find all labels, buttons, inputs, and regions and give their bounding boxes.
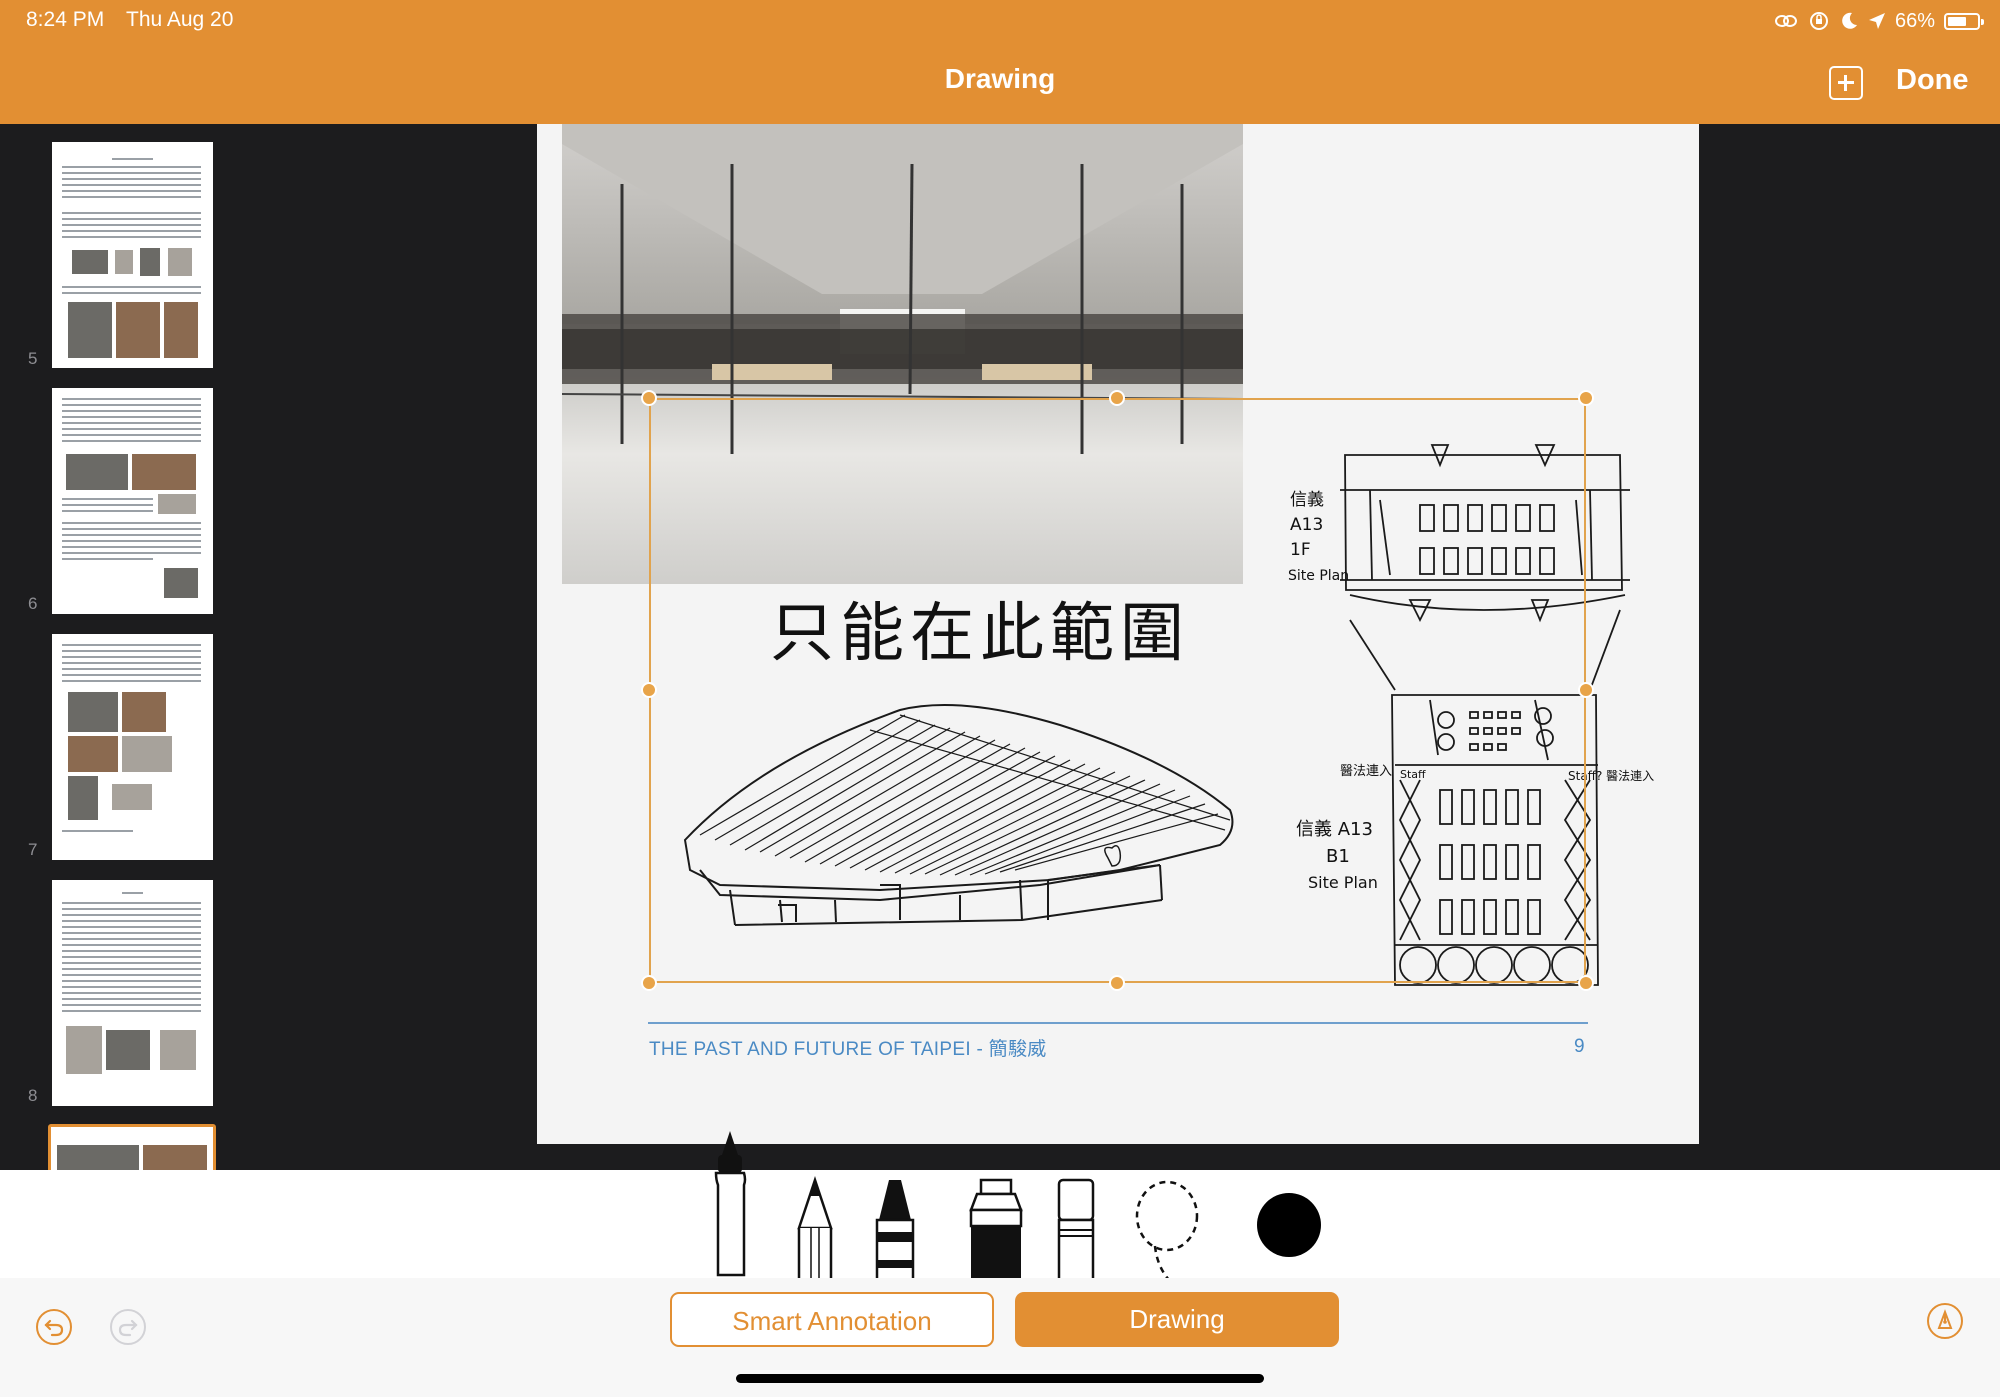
page-footer-text: THE PAST AND FUTURE OF TAIPEI - 簡駿威 (649, 1039, 1047, 1060)
resize-handle-middle-left[interactable] (641, 682, 657, 698)
crayon-tool-icon[interactable] (875, 1180, 915, 1280)
lasso-tool-icon[interactable] (1135, 1180, 1199, 1280)
pencil-tool-icon[interactable] (797, 1176, 833, 1280)
resize-handle-top-center[interactable] (1109, 390, 1125, 406)
resize-handle-top-left[interactable] (641, 390, 657, 406)
smart-annotation-button[interactable]: Smart Annotation (670, 1292, 994, 1347)
page-footer-number: 9 (1574, 1036, 1585, 1057)
redo-icon (118, 1319, 138, 1337)
paint-tube-tool-icon[interactable] (969, 1178, 1023, 1280)
drawing-mode-button[interactable]: Drawing (1015, 1292, 1339, 1347)
tool-palette-icons (714, 1131, 1199, 1280)
resize-handle-bottom-center[interactable] (1109, 975, 1125, 991)
footer-rule (648, 1022, 1588, 1024)
undo-icon (44, 1319, 64, 1337)
undo-button[interactable] (36, 1309, 72, 1345)
resize-handle-bottom-right[interactable] (1578, 975, 1594, 991)
redo-button[interactable] (110, 1309, 146, 1345)
markup-pen-button[interactable] (1927, 1303, 1963, 1339)
resize-handle-top-right[interactable] (1578, 390, 1594, 406)
pen-tip-icon (1937, 1309, 1953, 1329)
color-picker-swatch[interactable] (1257, 1193, 1321, 1257)
eraser-tool-icon[interactable] (1057, 1178, 1095, 1280)
resize-handle-middle-right[interactable] (1578, 682, 1594, 698)
home-indicator (736, 1374, 1264, 1383)
selection-box[interactable] (649, 398, 1586, 983)
resize-handle-bottom-left[interactable] (641, 975, 657, 991)
marker-tool-icon[interactable] (714, 1131, 747, 1277)
